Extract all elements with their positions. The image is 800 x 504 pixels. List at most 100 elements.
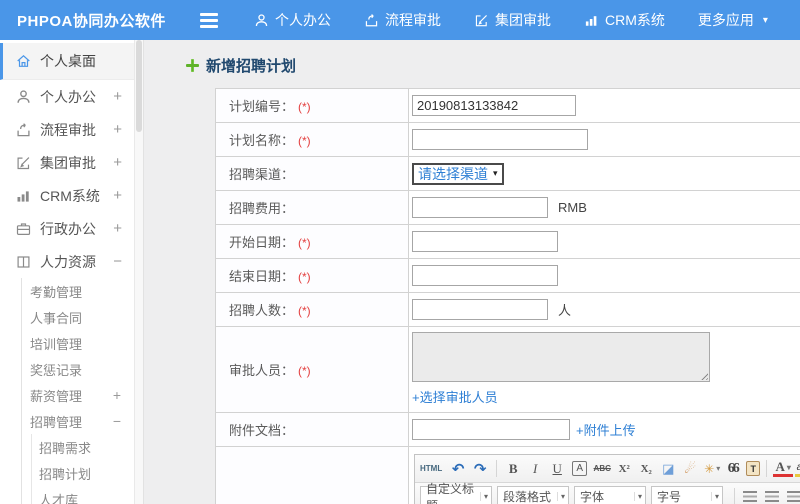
flow-icon — [364, 13, 379, 28]
field-label: 计划名称： — [229, 133, 295, 148]
font-color-button[interactable]: A — [773, 459, 794, 477]
hamburger-menu-icon[interactable] — [200, 12, 218, 28]
sidebar-subitem-recruit-demand[interactable]: 招聘需求 — [32, 434, 134, 460]
sidebar-item-admin-office[interactable]: 行政办公 + — [0, 212, 134, 245]
recruitment-plan-form: 计划编号：(*) 计划名称：(*) 招聘渠道： 请选择渠道 ▾ — [215, 88, 800, 504]
attachment-upload-link[interactable]: +附件上传 — [576, 423, 636, 438]
sidebar-subitem-recruitment[interactable]: 招聘管理 − — [22, 408, 134, 434]
align-center-icon[interactable] — [765, 491, 779, 502]
select-approvers-link[interactable]: +选择审批人员 — [412, 387, 498, 406]
eraser-icon[interactable]: ◪ — [658, 459, 678, 479]
expand-toggle[interactable]: + — [113, 387, 121, 403]
expand-toggle[interactable]: + — [113, 154, 122, 171]
toolbar-separator — [734, 488, 735, 504]
home-icon — [15, 53, 32, 69]
font-size-select[interactable]: 字号 ▾ — [651, 486, 723, 504]
nav-crm-system[interactable]: CRM系统 — [584, 10, 665, 30]
start-date-input[interactable] — [412, 231, 558, 252]
form-row-approvers: 审批人员： (*) +选择审批人员 — [215, 326, 800, 413]
expand-toggle[interactable]: + — [113, 121, 122, 138]
channel-select[interactable]: 请选择渠道 ▾ — [412, 162, 504, 185]
sidebar-subitem-salary[interactable]: 薪资管理 + — [22, 382, 134, 408]
expand-toggle[interactable]: − — [113, 413, 121, 429]
form-row-start-date: 开始日期： (*) — [215, 224, 800, 259]
sidebar-item-hr[interactable]: 人力资源 − — [0, 245, 134, 278]
sidebar-subitem-hr-contract[interactable]: 人事合同 — [22, 304, 134, 330]
unit-suffix: 人 — [558, 303, 572, 318]
subscript-button[interactable]: X₂ — [636, 459, 656, 479]
end-date-input[interactable] — [412, 265, 558, 286]
add-plus-icon — [186, 58, 199, 72]
approvers-textarea[interactable] — [412, 332, 710, 382]
align-left-icon[interactable] — [743, 491, 757, 502]
form-row-plan-name: 计划名称： (*) — [215, 122, 800, 157]
sidebar-subitem-attendance[interactable]: 考勤管理 — [22, 278, 134, 304]
nav-group-approval[interactable]: 集团审批 — [474, 10, 551, 30]
form-row-cost: 招聘费用： RMB — [215, 190, 800, 225]
plan-name-input[interactable] — [412, 129, 588, 150]
highlight-color-button[interactable]: ab — [795, 461, 800, 477]
sidebar-subitem-recruit-plan[interactable]: 招聘计划 — [32, 460, 134, 486]
sidebar-item-workflow-approval[interactable]: 流程审批 + — [0, 113, 134, 146]
required-marker: (*) — [298, 364, 311, 378]
required-marker: (*) — [298, 134, 311, 148]
field-label: 审批人员： — [229, 363, 295, 378]
paste-text-icon[interactable]: T — [746, 461, 761, 476]
bold-button[interactable]: B — [503, 459, 523, 479]
expand-toggle[interactable]: − — [113, 253, 122, 270]
underline-button[interactable]: U — [547, 459, 567, 479]
sidebar-subitem-talent-pool[interactable]: 人才库 — [32, 486, 134, 504]
scrollbar-thumb[interactable] — [136, 40, 142, 132]
nav-personal-office[interactable]: 个人办公 — [254, 10, 331, 30]
chart-icon — [584, 13, 599, 28]
caret-down-icon: ▾ — [710, 492, 719, 501]
form-row-editor: HTML↶↷BIUAABCX²X₂◪☄✳66TAab 自定义标题 ▾ 段落格式 — [215, 446, 800, 504]
expand-toggle[interactable]: + — [113, 220, 122, 237]
editor-toolbar-row2: 自定义标题 ▾ 段落格式 ▾ 字体 ▾ — [415, 482, 800, 504]
sidebar: 个人桌面 个人办公 + 流程审批 + 集团审批 + CRM系统 + 行政办公 +… — [0, 40, 134, 504]
sidebar-subitem-rewards[interactable]: 奖惩记录 — [22, 356, 134, 382]
page-title-text: 新增招聘计划 — [206, 57, 297, 75]
field-label: 招聘人数： — [229, 303, 295, 318]
superscript-button[interactable]: X² — [614, 459, 634, 479]
plan-no-input[interactable] — [412, 95, 576, 116]
italic-button[interactable]: I — [525, 459, 545, 479]
toolbar-separator — [496, 460, 498, 477]
sidebar-item-group-approval[interactable]: 集团审批 + — [0, 146, 134, 179]
form-row-attachment: 附件文档： +附件上传 — [215, 412, 800, 447]
font-family-select[interactable]: 字体 ▾ — [574, 486, 646, 504]
sidebar-subitem-training[interactable]: 培训管理 — [22, 330, 134, 356]
redo-button[interactable]: ↷ — [470, 459, 490, 479]
person-icon — [15, 89, 32, 105]
attachment-input[interactable] — [412, 419, 570, 440]
format-painter-icon[interactable]: ✳ — [702, 459, 722, 479]
nav-more-apps[interactable]: 更多应用 ▾ — [698, 10, 768, 30]
source-code-button[interactable]: HTML — [420, 459, 442, 479]
flow-icon — [15, 122, 32, 138]
nav-workflow-approval[interactable]: 流程审批 — [364, 10, 441, 30]
required-marker: (*) — [298, 236, 311, 250]
undo-button[interactable]: ↶ — [448, 459, 468, 479]
custom-title-select[interactable]: 自定义标题 ▾ — [420, 482, 492, 504]
person-icon — [254, 13, 269, 28]
sidebar-item-crm-system[interactable]: CRM系统 + — [0, 179, 134, 212]
recruitment-submenu: 招聘需求 招聘计划 人才库 — [31, 434, 134, 504]
format-clear-icon[interactable]: ☄ — [680, 459, 700, 479]
paragraph-format-select[interactable]: 段落格式 ▾ — [497, 486, 569, 504]
cost-input[interactable] — [412, 197, 548, 218]
field-label: 结束日期： — [229, 269, 295, 284]
briefcase-icon — [15, 221, 32, 237]
strikethrough-button[interactable]: ABC — [592, 459, 612, 479]
autotypeset-button[interactable]: A — [572, 461, 588, 476]
app-window: PHPOA协同办公软件 个人办公 流程审批 集团审批 CRM系统 更多应用 ▾ … — [0, 0, 800, 504]
align-right-icon[interactable] — [787, 491, 800, 502]
sidebar-item-personal-office[interactable]: 个人办公 + — [0, 80, 134, 113]
blockquote-button[interactable]: 66 — [724, 459, 744, 479]
required-marker: (*) — [298, 270, 311, 284]
expand-toggle[interactable]: + — [113, 88, 122, 105]
headcount-input[interactable] — [412, 299, 548, 320]
expand-toggle[interactable]: + — [113, 187, 122, 204]
edit-icon — [15, 155, 32, 171]
sidebar-scrollbar[interactable] — [134, 40, 144, 504]
sidebar-item-personal-desktop[interactable]: 个人桌面 — [0, 43, 134, 80]
